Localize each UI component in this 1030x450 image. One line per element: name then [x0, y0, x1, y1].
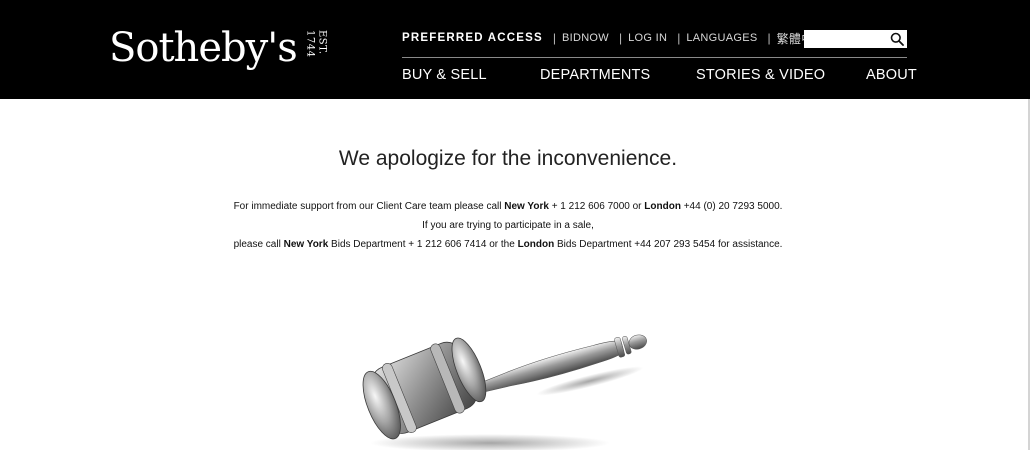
bidnow-link[interactable]: BIDNOW — [562, 32, 609, 44]
separator: | — [552, 31, 556, 45]
nav-divider — [402, 57, 907, 58]
separator: | — [618, 31, 623, 45]
search-box[interactable] — [804, 30, 907, 48]
city-new-york: New York — [283, 239, 329, 250]
city-london: London — [644, 201, 681, 212]
site-header: Sotheby's EST. 1744 PREFERRED ACCESS | B… — [0, 0, 1030, 99]
bids-phone-new-york: Bids Department + 1 212 606 7414 or the — [331, 239, 515, 250]
nav-departments[interactable]: DEPARTMENTS — [540, 66, 650, 84]
nav-buy-sell[interactable]: BUY & SELL — [402, 66, 487, 84]
city-new-york: New York — [504, 201, 549, 212]
languages-link[interactable]: LANGUAGES — [686, 32, 757, 44]
logo-est-1744: EST. 1744 — [304, 30, 328, 58]
support-line-2: If you are trying to participate in a sa… — [422, 220, 594, 231]
separator: | — [767, 31, 771, 45]
phone-london: +44 (0) 20 7293 5000. — [683, 201, 783, 212]
nav-about[interactable]: ABOUT — [866, 66, 917, 84]
support-line-3: please call New York Bids Department + 1… — [0, 235, 1016, 254]
nav-stories-video[interactable]: STORIES & VIDEO — [696, 66, 825, 84]
search-icon[interactable] — [890, 32, 904, 46]
page: Sotheby's EST. 1744 PREFERRED ACCESS | B… — [0, 0, 1030, 450]
utility-nav: PREFERRED ACCESS | BIDNOW | LOG IN | LAN… — [402, 30, 826, 46]
separator: | — [677, 31, 681, 45]
phone-new-york: + 1 212 606 7000 or — [551, 201, 642, 212]
bids-phone-london: Bids Department +44 207 293 5454 for ass… — [557, 239, 783, 250]
support-message: For immediate support from our Client Ca… — [0, 197, 1016, 254]
support-line-1: For immediate support from our Client Ca… — [0, 197, 1016, 216]
support-text: please call — [233, 239, 281, 250]
preferred-access-link[interactable]: PREFERRED ACCESS — [402, 32, 543, 44]
logo-wordmark: Sotheby's — [109, 25, 298, 71]
main-nav: BUY & SELL DEPARTMENTS STORIES & VIDEO A… — [0, 66, 1030, 84]
support-text: For immediate support from our Client Ca… — [233, 201, 502, 212]
city-london: London — [517, 239, 555, 250]
gavel-image — [362, 334, 647, 450]
log-in-link[interactable]: LOG IN — [628, 32, 667, 44]
page-title: We apologize for the inconvenience. — [338, 147, 678, 170]
